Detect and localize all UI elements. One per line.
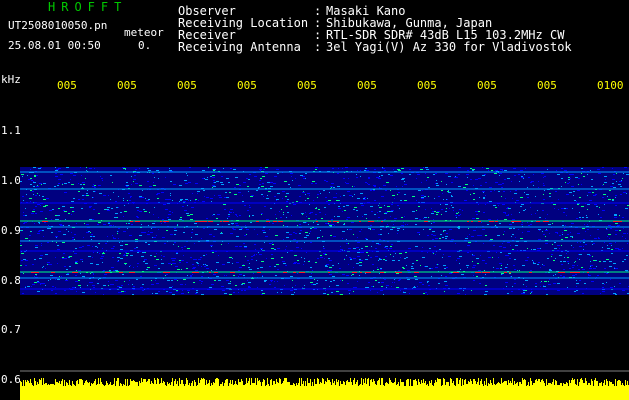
signal-peak <box>31 272 37 273</box>
signal-peak <box>193 272 199 273</box>
signal-peak <box>105 272 110 273</box>
signal-peak <box>467 221 469 222</box>
signal-peak <box>529 272 532 273</box>
signal-peak <box>359 221 361 222</box>
time-tick: 005 <box>297 79 317 92</box>
time-tick: 005 <box>57 79 77 92</box>
signal-peak <box>575 272 580 273</box>
time-tick: 005 <box>117 79 137 92</box>
freq-tick: 1.0 <box>1 174 21 187</box>
hrofft-window: { "header": { "brand": "HROFFT", "file_n… <box>0 0 629 400</box>
signal-peak <box>75 272 78 273</box>
file-name: UT2508010050.pn <box>8 19 108 32</box>
signal-peak <box>543 221 547 222</box>
signal-peak <box>328 272 330 273</box>
spectrogram-plot <box>20 100 629 400</box>
freq-tick: 0.7 <box>1 323 21 336</box>
signal-peak <box>72 272 75 273</box>
signal-peak <box>475 272 481 273</box>
time-tick: 005 <box>357 79 377 92</box>
signal-peak <box>471 221 473 222</box>
signal-peak <box>257 272 261 273</box>
signal-peak <box>368 221 374 222</box>
freq-tick: 1.1 <box>1 124 21 137</box>
signal-peak <box>230 272 235 273</box>
frequency-unit-label: kHz <box>1 73 21 86</box>
time-tick: 0100 <box>597 79 624 92</box>
signal-peak <box>42 221 48 222</box>
signal-peak <box>223 221 229 222</box>
freq-tick: 0.9 <box>1 224 21 237</box>
time-tick: 005 <box>237 79 257 92</box>
signal-peak <box>196 221 202 222</box>
signal-peak <box>278 221 283 222</box>
signal-peak <box>414 272 419 273</box>
signal-peak <box>283 272 287 273</box>
antenna-value: 3el Yagi(V) Az 330 for Vladivostok <box>326 40 572 54</box>
signal-peak <box>160 221 162 222</box>
spectrogram-canvas <box>20 100 629 400</box>
signal-peak <box>483 272 487 273</box>
signal-peak <box>559 272 565 273</box>
signal-peak <box>316 221 318 222</box>
antenna-label: Receiving Antenna <box>178 40 301 54</box>
signal-peak <box>333 221 339 222</box>
signal-peak <box>519 221 521 222</box>
signal-peak <box>208 221 211 222</box>
signal-peak <box>509 272 511 273</box>
signal-peak <box>51 272 55 273</box>
time-tick: 005 <box>417 79 437 92</box>
signal-peak <box>129 272 135 273</box>
signal-peak <box>352 272 357 273</box>
meteor-label: meteor <box>124 26 164 39</box>
signal-peak <box>365 272 371 273</box>
signal-peak <box>613 221 617 222</box>
freq-tick: 0.8 <box>1 274 21 287</box>
signal-peak <box>504 272 507 273</box>
signal-peak <box>293 272 296 273</box>
signal-peak <box>495 221 498 222</box>
signal-peak <box>273 221 277 222</box>
signal-peak <box>299 272 304 273</box>
status-indicator: 0. <box>138 39 152 52</box>
signal-peak <box>360 272 362 273</box>
signal-peak <box>380 272 384 273</box>
signal-peak <box>130 221 133 222</box>
time-tick: 005 <box>537 79 557 92</box>
signal-peak <box>205 221 207 222</box>
signal-peak <box>214 272 218 273</box>
app-brand: HROFFT <box>48 0 128 14</box>
antenna-colon: : <box>314 40 322 54</box>
signal-peak <box>328 221 331 222</box>
signal-peak <box>536 221 540 222</box>
signal-peak <box>163 221 169 222</box>
signal-peak <box>266 221 269 222</box>
signal-peak <box>209 272 211 273</box>
freq-tick: 0.6 <box>1 373 21 386</box>
signal-peak <box>163 272 168 273</box>
signal-peak <box>37 272 39 273</box>
time-tick: 005 <box>477 79 497 92</box>
signal-peak <box>135 221 140 222</box>
signal-peak <box>453 272 459 273</box>
signal-peak <box>617 221 621 222</box>
date-time: 25.08.01 00:50 <box>8 39 101 52</box>
signal-peak <box>395 272 400 273</box>
signal-peak <box>381 221 383 222</box>
signal-peak <box>489 221 494 222</box>
time-tick: 005 <box>177 79 197 92</box>
signal-peak <box>587 272 589 273</box>
signal-peak <box>424 221 428 222</box>
noise-band <box>20 167 629 295</box>
signal-peak <box>478 221 481 222</box>
signal-peak <box>220 221 222 222</box>
signal-peak <box>119 272 123 273</box>
signal-peak <box>256 221 259 222</box>
signal-peak <box>513 221 516 222</box>
